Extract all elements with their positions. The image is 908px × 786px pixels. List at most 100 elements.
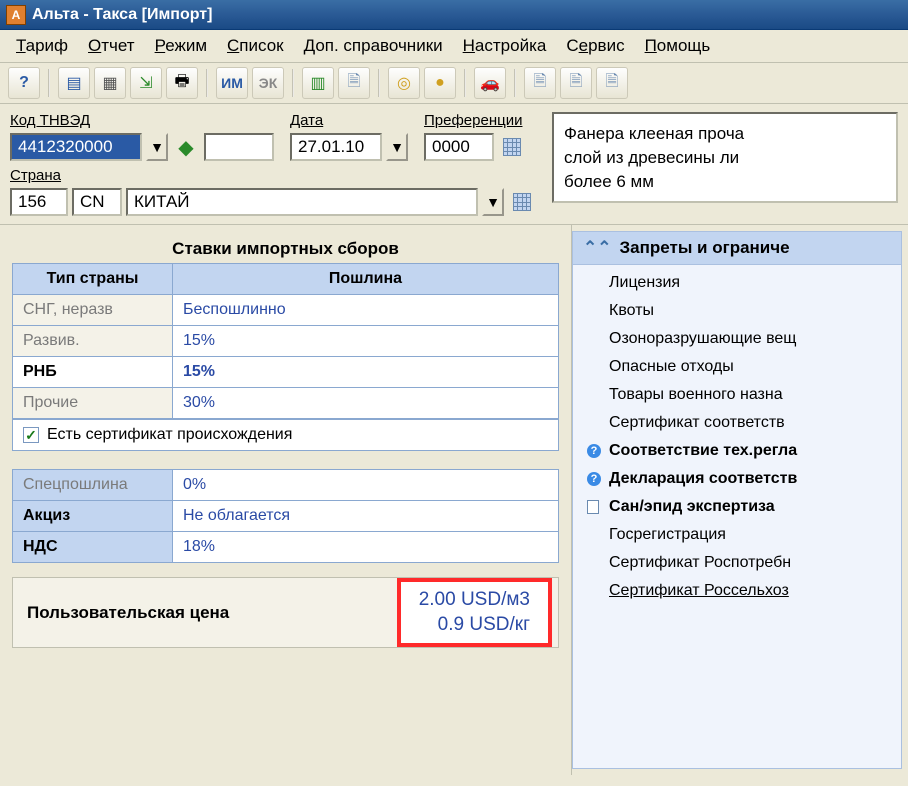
table-row[interactable]: НДС 18% [13, 532, 559, 563]
country-grid[interactable] [508, 188, 536, 216]
tb-notes[interactable]: ▥ [302, 67, 334, 99]
calculator-icon: ▦ [102, 73, 117, 93]
toolbar-separator [514, 69, 516, 97]
tnved-label: Код ТНВЭД [10, 112, 274, 129]
notes-icon: ▥ [310, 73, 325, 93]
doc-icon [587, 500, 599, 514]
date-dropdown[interactable]: ▼ [386, 133, 408, 161]
cert-label: Есть сертификат происхождения [47, 426, 292, 444]
list-item[interactable]: Сертификат Роспотребн [573, 549, 901, 577]
tb-page1[interactable]: 🗎 [524, 67, 556, 99]
extra-table: Спецпошлина 0% Акциз Не облагается НДС 1… [12, 469, 559, 563]
table-row[interactable]: Акциз Не облагается [13, 501, 559, 532]
chevron-down-icon: ▼ [486, 194, 500, 210]
cert-origin-row[interactable]: ✓ Есть сертификат происхождения [12, 419, 559, 451]
list-item[interactable]: Озоноразрушающие вещ [573, 325, 901, 353]
car-icon: 🚗 [480, 73, 500, 93]
country-name-input[interactable] [126, 188, 478, 216]
tb-coins[interactable]: ◎ [388, 67, 420, 99]
menu-settings[interactable]: Настройка [455, 34, 555, 58]
form-area: Код ТНВЭД ▼ ◆ Дата ▼ Преференции [0, 104, 908, 225]
tb-import-mode[interactable]: ИМ [216, 67, 248, 99]
list-item[interactable]: Сан/эпид экспертиза [573, 493, 901, 521]
help-icon: ? [19, 74, 29, 92]
country-label: Страна [10, 167, 536, 184]
menu-service[interactable]: Сервис [558, 34, 632, 58]
menu-tariff[interactable]: Тариф [8, 34, 76, 58]
page-icon: 🗎 [534, 70, 547, 97]
tb-page3[interactable]: 🗎 [596, 67, 628, 99]
printer-icon: 🖶 [174, 70, 189, 97]
tb-medal[interactable]: ● [424, 67, 456, 99]
list-item[interactable]: Лицензия [573, 269, 901, 297]
list-item[interactable]: Квоты [573, 297, 901, 325]
cert-checkbox[interactable]: ✓ [23, 427, 39, 443]
menu-list[interactable]: Список [219, 34, 292, 58]
list-item[interactable]: ?Соответствие тех.регла [573, 437, 901, 465]
list-item[interactable]: Сертификат соответств [573, 409, 901, 437]
grid-icon [503, 138, 521, 156]
rates-header-duty: Пошлина [173, 264, 559, 295]
doc-icon: 🗎 [348, 70, 361, 97]
app-icon: А [6, 5, 26, 25]
menu-mode[interactable]: Режим [147, 34, 215, 58]
left-pane: Ставки импортных сборов Тип страны Пошли… [0, 225, 572, 775]
tnved-input[interactable] [10, 133, 142, 161]
pref-input[interactable] [424, 133, 494, 161]
toolbar-separator [292, 69, 294, 97]
country-code-input[interactable] [10, 188, 68, 216]
user-price-values: 2.00 USD/м3 0.9 USD/кг [397, 578, 552, 647]
tb-export-mode[interactable]: ЭК [252, 67, 284, 99]
list-item[interactable]: Товары военного назна [573, 381, 901, 409]
menubar: Тариф Отчет Режим Список Доп. справочник… [0, 30, 908, 63]
list-item[interactable]: ?Декларация соответств [573, 465, 901, 493]
table-row[interactable]: Спецпошлина 0% [13, 470, 559, 501]
toolbar-separator [378, 69, 380, 97]
restrictions-header[interactable]: ⌃⌃ Запреты и ограниче [573, 232, 901, 265]
tb-doc1[interactable]: 🗎 [338, 67, 370, 99]
restrictions-pane: ⌃⌃ Запреты и ограниче Лицензия Квоты Озо… [572, 231, 902, 769]
page-icon: 🗎 [570, 70, 583, 97]
coins-icon: ◎ [397, 73, 411, 93]
menu-help[interactable]: Помощь [637, 34, 719, 58]
table-row[interactable]: СНГ, неразв Беспошлинно [13, 295, 559, 326]
tnved-extra-input[interactable] [204, 133, 274, 161]
pref-grid[interactable] [498, 133, 526, 161]
medal-icon: ● [435, 74, 445, 92]
tb-help[interactable]: ? [8, 67, 40, 99]
table-row[interactable]: РНБ 15% [13, 357, 559, 388]
help-icon: ? [587, 444, 601, 458]
tnved-dropdown[interactable]: ▼ [146, 133, 168, 161]
rates-table: Тип страны Пошлина СНГ, неразв Беспошлин… [12, 263, 559, 419]
toolbar-separator [206, 69, 208, 97]
tb-export[interactable]: ⇲ [130, 67, 162, 99]
tb-print[interactable]: 🖶 [166, 67, 198, 99]
book-green-icon: ◆ [178, 135, 193, 160]
table-row[interactable]: Прочие 30% [13, 388, 559, 419]
list-item[interactable]: Опасные отходы [573, 353, 901, 381]
country-dropdown[interactable]: ▼ [482, 188, 504, 216]
menu-report[interactable]: Отчет [80, 34, 143, 58]
rates-title: Ставки импортных сборов [12, 235, 559, 263]
pref-label: Преференции [424, 112, 526, 129]
collapse-icon: ⌃⌃ [583, 238, 612, 258]
toolbar-separator [464, 69, 466, 97]
book-icon: ▤ [66, 73, 81, 93]
date-input[interactable] [290, 133, 382, 161]
tnved-lookup[interactable]: ◆ [172, 133, 200, 161]
tb-calc[interactable]: ▦ [94, 67, 126, 99]
table-row[interactable]: Развив. 15% [13, 326, 559, 357]
description-box: Фанера клееная проча слой из древесины л… [552, 112, 898, 203]
list-item[interactable]: Сертификат Россельхоз [573, 577, 901, 605]
ek-label: ЭК [257, 75, 280, 91]
tb-car[interactable]: 🚗 [474, 67, 506, 99]
titlebar: А Альта - Такса [Импорт] [0, 0, 908, 30]
tb-page2[interactable]: 🗎 [560, 67, 592, 99]
tb-book[interactable]: ▤ [58, 67, 90, 99]
menu-extra[interactable]: Доп. справочники [296, 34, 451, 58]
country-iso-input[interactable] [72, 188, 122, 216]
restrictions-list: Лицензия Квоты Озоноразрушающие вещ Опас… [573, 265, 901, 609]
rates-header-type: Тип страны [13, 264, 173, 295]
list-item[interactable]: Госрегистрация [573, 521, 901, 549]
page-icon: 🗎 [606, 70, 619, 97]
